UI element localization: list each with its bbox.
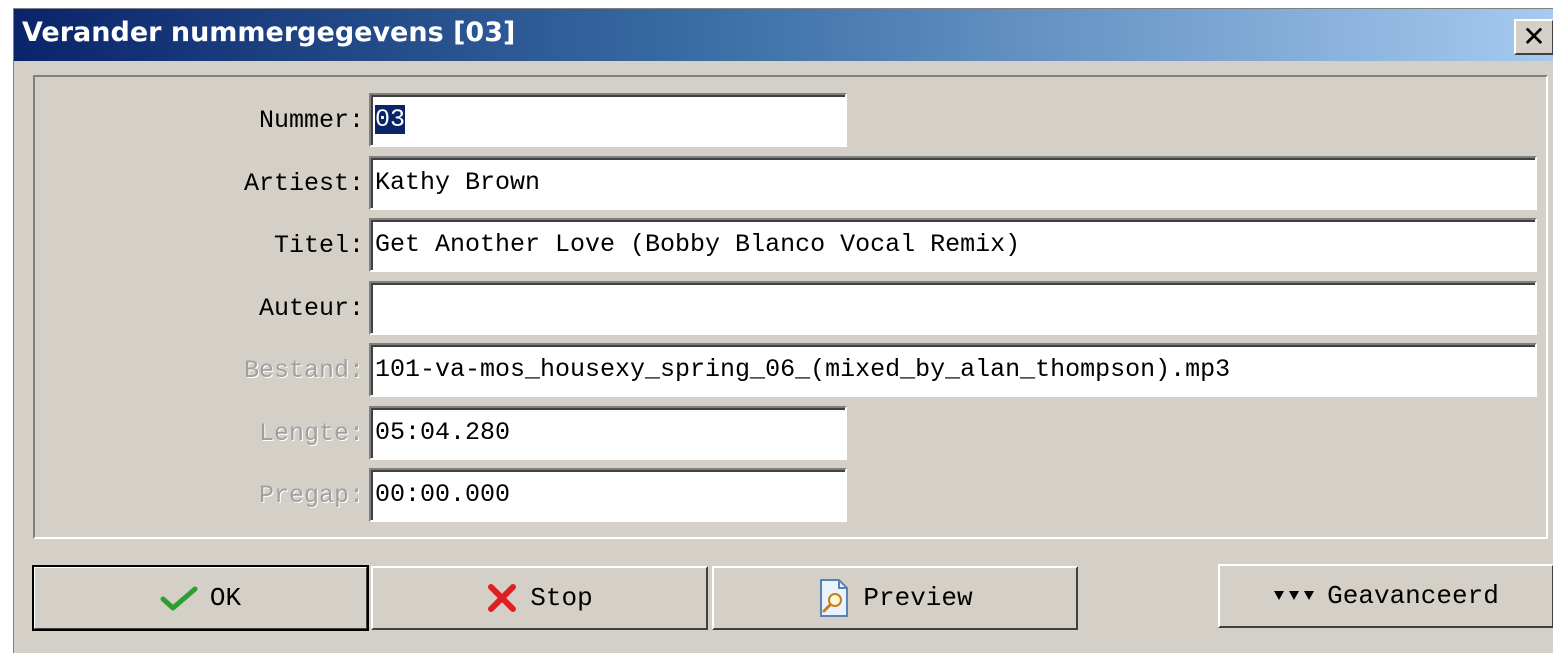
nummer-label: Nummer: [258,106,364,135]
ok-button[interactable]: OK [32,565,369,631]
titel-label: Titel: [273,231,364,260]
preview-label: Preview [863,583,973,613]
pregap-label: Pregap: [258,481,364,510]
close-button[interactable]: ✕ [1514,19,1553,55]
triple-down-arrow-icon [1273,588,1315,604]
titel-field[interactable]: Get Another Love (Bobby Blanco Vocal Rem… [369,218,1537,272]
ok-label: OK [209,583,242,613]
artiest-field[interactable]: Kathy Brown [369,156,1537,210]
pregap-field[interactable]: 00:00.000 [369,468,847,522]
stop-button[interactable]: Stop [371,566,708,630]
checkmark-icon [160,585,198,611]
advanced-button[interactable]: Geavanceerd [1218,564,1553,628]
bestand-field[interactable]: 101-va-mos_housexy_spring_06_(mixed_by_a… [369,343,1537,397]
nummer-value: 03 [375,105,406,134]
document-magnifier-icon [817,578,851,618]
stop-label: Stop [530,583,593,613]
artiest-label: Artiest: [243,169,364,198]
close-icon: ✕ [1522,20,1546,53]
lengte-field[interactable]: 05:04.280 [369,406,847,460]
nummer-field[interactable]: 03 [369,93,847,147]
bestand-label: Bestand: [243,356,364,385]
auteur-label: Auteur: [258,294,364,323]
lengte-label: Lengte: [258,419,364,448]
dialog-window: Verander nummergegevens [03] ✕ Nummer: 0… [13,8,1553,653]
auteur-field[interactable] [369,281,1537,335]
window-title: Verander nummergegevens [03] [22,17,516,48]
red-x-icon [486,582,518,614]
title-bar[interactable]: Verander nummergegevens [03] ✕ [14,9,1553,61]
advanced-label: Geavanceerd [1327,581,1499,611]
preview-button[interactable]: Preview [712,566,1078,630]
